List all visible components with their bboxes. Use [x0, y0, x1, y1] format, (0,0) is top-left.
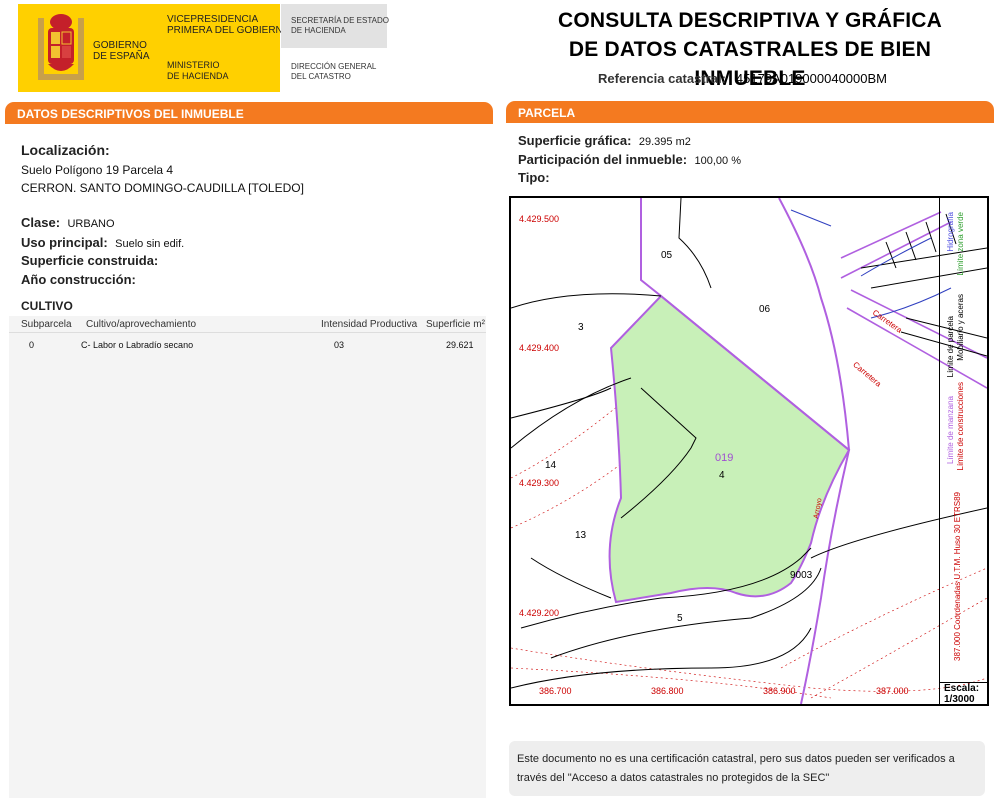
- parcel-label: 4: [719, 470, 725, 481]
- map-legend: Límite de parcela Hidrografía Límite de …: [939, 196, 990, 682]
- x-label: 386.700: [539, 686, 572, 696]
- parcel-019-highlight[interactable]: [608, 294, 851, 604]
- cultivo-table: [9, 316, 486, 798]
- parcel-019-label: 019: [715, 452, 734, 464]
- gobierno-text: GOBIERNO DE ESPAÑA: [93, 40, 150, 62]
- tipo-label: Tipo:: [518, 170, 550, 185]
- cell-superficie: 29.621: [446, 340, 474, 350]
- clase-value: URBANO: [67, 218, 115, 230]
- ref-label: Referencia catastral:: [598, 71, 726, 86]
- x-label: 386.900: [763, 686, 796, 696]
- x-label: 387.000: [876, 686, 909, 696]
- anio-construccion-label: Año construcción:: [21, 272, 136, 287]
- uso-value: Suelo sin edif.: [115, 238, 185, 250]
- note-line-1: Este documento no es una certificación c…: [517, 753, 955, 765]
- section-bar-datos: DATOS DESCRIPTIVOS DEL INMUEBLE: [5, 102, 493, 124]
- y-label: 4.429.200: [519, 608, 560, 618]
- parcel-label: 9003: [790, 570, 813, 581]
- participacion-label: Participación del inmueble:: [518, 152, 688, 167]
- parcel-label: 13: [575, 530, 587, 541]
- title-line-1: CONSULTA DESCRIPTIVA Y GRÁFICA: [557, 9, 943, 32]
- y-label: 4.429.300: [519, 478, 560, 488]
- participacion-value: 100,00 %: [694, 155, 741, 167]
- section-bar-parcela: PARCELA: [506, 101, 994, 123]
- participacion-row: Participación del inmueble: 100,00 %: [518, 151, 741, 169]
- coat-of-arms-icon: [38, 14, 84, 80]
- cadastral-map[interactable]: 4.429.500 4.429.400 4.429.300 4.429.200 …: [509, 196, 989, 706]
- parcel-label: 5: [677, 613, 683, 624]
- sup-grafica-value: 29.395 m2: [638, 136, 691, 148]
- uso-label: Uso principal:: [21, 235, 108, 250]
- table-divider: [9, 332, 486, 333]
- col-subparcela: Subparcela: [21, 319, 72, 330]
- cell-intensidad: 03: [334, 340, 345, 350]
- secretaria-text: SECRETARÍA DE ESTADO DE HACIENDA: [291, 16, 389, 35]
- note-line-2: través del "Acceso a datos catastrales n…: [517, 772, 830, 784]
- direccion-text: DIRECCIÓN GENERAL DEL CATASTRO: [291, 62, 377, 81]
- cultivo-title: CULTIVO: [21, 299, 73, 313]
- disclaimer-note: Este documento no es una certificación c…: [509, 741, 985, 796]
- localizacion-label: Localización:: [21, 142, 110, 158]
- sup-grafica-label: Superficie gráfica:: [518, 133, 632, 148]
- map-drawing: [511, 198, 987, 704]
- clase-label: Clase:: [21, 215, 61, 230]
- parcel-label: 06: [759, 304, 771, 315]
- col-intensidad: Intensidad Productiva: [321, 319, 418, 330]
- legend-hidrografia: Hidrografía: [946, 212, 955, 252]
- parcel-label: 14: [545, 460, 557, 471]
- localizacion-line-2: CERRON. SANTO DOMINGO-CAUDILLA [TOLEDO]: [21, 181, 304, 195]
- col-superficie: Superficie m²: [426, 319, 485, 330]
- y-label: 4.429.400: [519, 343, 560, 353]
- clase-row: Clase: URBANO: [21, 214, 115, 232]
- escala-value: 1/3000: [944, 694, 975, 705]
- ref-value: 45179A019000040000BM: [735, 71, 887, 86]
- legend-zona-verde: Límite zona verde: [956, 212, 965, 276]
- col-cultivo: Cultivo/aprovechamiento: [86, 319, 197, 330]
- localizacion-line-1: Suelo Polígono 19 Parcela 4: [21, 163, 174, 177]
- y-label: 4.429.500: [519, 214, 560, 224]
- escala-label: Escala:: [944, 683, 980, 694]
- uso-row: Uso principal: Suelo sin edif.: [21, 234, 184, 252]
- legend-limite-parcela: Límite de parcela: [946, 316, 955, 378]
- legend-mobiliario: Mobiliario y aceras: [956, 294, 965, 361]
- parcel-label: 3: [578, 322, 584, 333]
- vicepresidencia-text: VICEPRESIDENCIA PRIMERA DEL GOBIERNO: [167, 14, 291, 36]
- escala-box: Escala: 1/3000: [939, 682, 989, 706]
- cell-cultivo: C- Labor o Labradío secano: [81, 340, 194, 350]
- parcel-label: 05: [661, 250, 673, 261]
- sup-grafica-row: Superficie gráfica: 29.395 m2: [518, 132, 691, 150]
- superficie-construida-label: Superficie construida:: [21, 253, 159, 268]
- legend-construcciones: Límite de construcciones: [956, 382, 965, 471]
- x-label: 386.800: [651, 686, 684, 696]
- ministerio-text: MINISTERIO DE HACIENDA: [167, 60, 229, 81]
- referencia-catastral: Referencia catastral: 45179A019000040000B…: [598, 71, 887, 86]
- legend-limite-manzana: Límite de manzana: [946, 396, 955, 465]
- cell-subparcela: 0: [29, 340, 35, 350]
- legend-coordenadas: 387.000 Coordenadas U.T.M. Huso 30 ETRS8…: [953, 492, 962, 661]
